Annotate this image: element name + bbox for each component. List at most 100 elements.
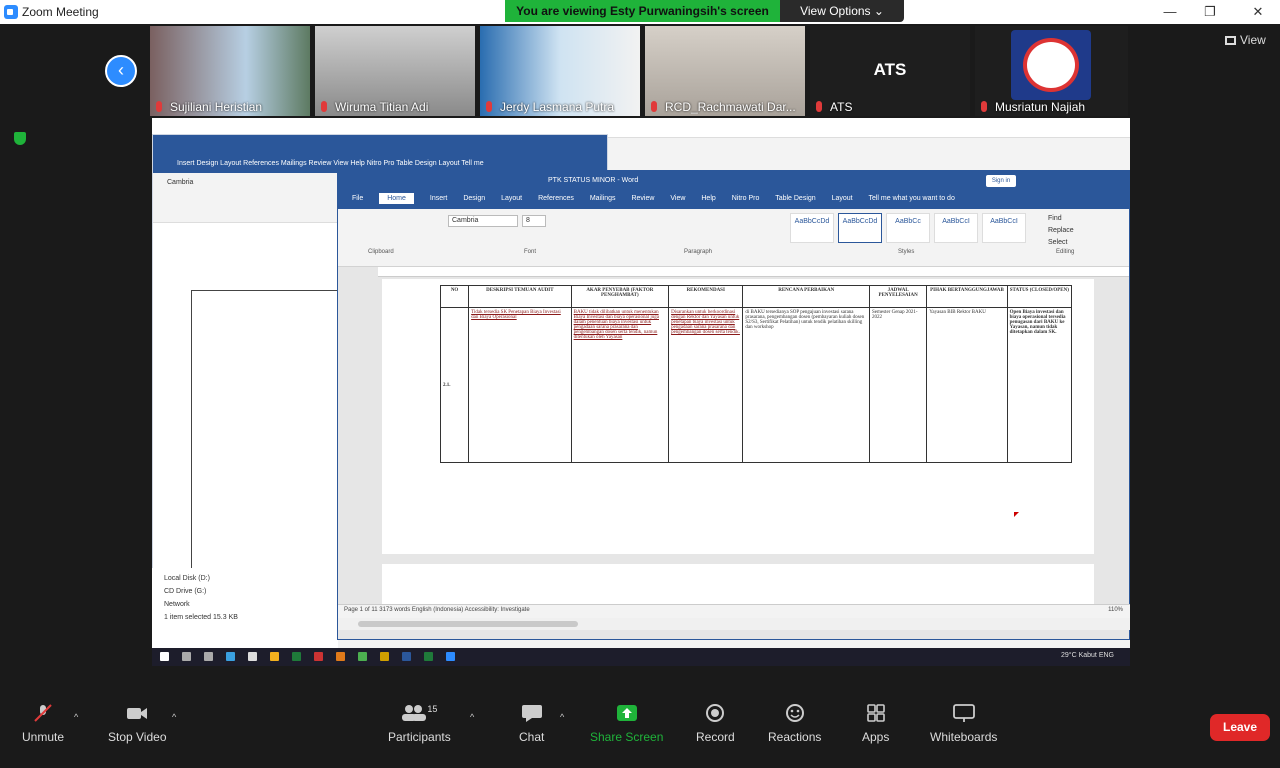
- explorer-item[interactable]: CD Drive (G:): [164, 585, 326, 598]
- chat-button[interactable]: Chat: [519, 704, 544, 744]
- table-cell: Yayasan BIB Rektor BAKU: [926, 307, 1008, 463]
- stop-video-button[interactable]: Stop Video: [108, 704, 167, 744]
- start-icon[interactable]: [160, 652, 169, 661]
- participants-label: Participants: [388, 730, 451, 744]
- table-cell: Disarankan untuk berkoordinasi dengan Re…: [668, 307, 744, 463]
- participant-tile[interactable]: ATS ATS: [810, 26, 970, 116]
- tab-references[interactable]: References: [538, 195, 574, 202]
- tab-table-design[interactable]: Table Design: [775, 195, 815, 202]
- participant-tile[interactable]: Musriatun Najiah: [975, 26, 1128, 116]
- app-icon[interactable]: [380, 652, 389, 661]
- tab-help[interactable]: Help: [701, 195, 715, 202]
- document-page[interactable]: NO DESKRIPSI TEMUAN AUDIT AKAR PENYEBAB …: [382, 279, 1094, 554]
- style-no-spacing[interactable]: AaBbCcDd: [838, 213, 882, 243]
- restore-button[interactable]: ❐: [1195, 2, 1225, 22]
- meeting-controls: Unmute ^ Stop Video ^ 15 Participants ^ …: [0, 690, 1280, 768]
- ribbon-tabs: File Home Insert Design Layout Reference…: [338, 191, 1129, 209]
- horizontal-scrollbar[interactable]: [338, 618, 1130, 630]
- participants-button[interactable]: 15 Participants: [388, 704, 451, 744]
- logo-icon: [1023, 38, 1079, 92]
- tab-table-layout[interactable]: Layout: [832, 195, 853, 202]
- participant-name: RCD_Rachmawati Dar...: [665, 100, 796, 114]
- replace-button[interactable]: Replace: [1048, 225, 1074, 237]
- word-icon[interactable]: [402, 652, 411, 661]
- tab-mailings[interactable]: Mailings: [590, 195, 616, 202]
- mouse-cursor-icon: [1014, 512, 1019, 517]
- tab-nitro[interactable]: Nitro Pro: [732, 195, 760, 202]
- unmute-button[interactable]: Unmute: [22, 704, 64, 744]
- whiteboard-icon: [952, 704, 975, 722]
- edge-icon[interactable]: [226, 652, 235, 661]
- participant-tile[interactable]: Sujiliani Heristian: [150, 26, 310, 116]
- style-heading-1[interactable]: AaBbCcI: [934, 213, 978, 243]
- style-table-para[interactable]: AaBbCc: [886, 213, 930, 243]
- gallery-prev-button[interactable]: ‹: [105, 55, 137, 87]
- chat-caret[interactable]: ^: [560, 712, 564, 722]
- tab-layout[interactable]: Layout: [501, 195, 522, 202]
- reactions-button[interactable]: Reactions: [768, 704, 821, 744]
- chrome-icon[interactable]: [358, 652, 367, 661]
- app-icon[interactable]: [336, 652, 345, 661]
- view-button[interactable]: View: [1225, 33, 1266, 47]
- share-screen-button[interactable]: Share Screen: [590, 704, 663, 744]
- folder-icon[interactable]: [270, 652, 279, 661]
- tab-insert[interactable]: Insert: [430, 195, 448, 202]
- table-cell: di BAKU tersedianya SOP pengajuan invest…: [742, 307, 870, 463]
- audit-table: NO DESKRIPSI TEMUAN AUDIT AKAR PENYEBAB …: [439, 285, 1073, 463]
- document-page-2: [382, 564, 1094, 604]
- zoom-icon[interactable]: [446, 652, 455, 661]
- find-button[interactable]: Find: [1048, 213, 1074, 225]
- participant-tile[interactable]: RCD_Rachmawati Dar...: [645, 26, 805, 116]
- tab-file[interactable]: File: [352, 195, 363, 202]
- minimize-button[interactable]: —: [1155, 2, 1185, 22]
- video-options-caret[interactable]: ^: [172, 712, 176, 722]
- chat-label: Chat: [519, 730, 545, 744]
- table-cell: BAKU tidak dilibatkan untuk menentukan B…: [570, 307, 670, 463]
- zoom-window: Zoom Meeting — ❐ ✕ You are viewing Esty …: [0, 0, 1280, 768]
- tab-view[interactable]: View: [670, 195, 685, 202]
- participant-tile[interactable]: Wiruma Titian Adi: [315, 26, 475, 116]
- zoom-level[interactable]: 110%: [1108, 607, 1123, 613]
- task-view-icon[interactable]: [204, 652, 213, 661]
- stop-video-label: Stop Video: [108, 730, 167, 744]
- font-group-label: Font: [524, 249, 537, 255]
- apps-button[interactable]: Apps: [862, 704, 889, 744]
- scroll-thumb[interactable]: [358, 621, 578, 627]
- close-button[interactable]: ✕: [1243, 2, 1273, 22]
- participant-name: Jerdy Lasmana Putra: [500, 100, 615, 114]
- search-icon[interactable]: [182, 652, 191, 661]
- explorer-item[interactable]: Network: [164, 598, 326, 611]
- apps-label: Apps: [862, 730, 890, 744]
- store-icon[interactable]: [248, 652, 257, 661]
- sign-in-button[interactable]: Sign in: [986, 175, 1016, 187]
- tab-design[interactable]: Design: [463, 195, 485, 202]
- app-icon[interactable]: [314, 652, 323, 661]
- explorer-item[interactable]: Local Disk (D:): [164, 572, 326, 585]
- table-cell: 2.1.: [439, 307, 470, 463]
- table-header: AKAR PENYEBAB (FAKTOR PENGHAMBAT): [570, 285, 670, 308]
- select-button[interactable]: Select: [1048, 237, 1074, 249]
- leave-button[interactable]: Leave: [1210, 714, 1270, 741]
- participant-tile[interactable]: Jerdy Lasmana Putra: [480, 26, 640, 116]
- table-header: RENCANA PERBAIKAN: [742, 285, 870, 308]
- tab-review[interactable]: Review: [631, 195, 654, 202]
- font-name-box[interactable]: Cambria: [448, 215, 518, 227]
- style-heading-2[interactable]: AaBbCcI: [982, 213, 1026, 243]
- explorer-footer: 1 item selected 15.3 KB: [164, 614, 238, 621]
- chat-icon: [521, 705, 542, 722]
- style-normal[interactable]: AaBbCcDd: [790, 213, 834, 243]
- audio-options-caret[interactable]: ^: [74, 712, 78, 722]
- font-size-box[interactable]: 8: [522, 215, 546, 227]
- participants-icon: 15: [388, 704, 451, 730]
- bg-document-page: [191, 290, 341, 570]
- tab-home[interactable]: Home: [379, 193, 414, 204]
- participants-caret[interactable]: ^: [470, 712, 474, 722]
- excel-icon[interactable]: [424, 652, 433, 661]
- excel-icon[interactable]: [292, 652, 301, 661]
- record-button[interactable]: Record: [696, 704, 735, 744]
- participant-name: Wiruma Titian Adi: [335, 100, 429, 114]
- tell-me-search[interactable]: Tell me what you want to do: [868, 195, 954, 202]
- whiteboards-button[interactable]: Whiteboards: [930, 704, 997, 744]
- view-options-button[interactable]: View Options ⌄: [780, 0, 904, 22]
- security-shield-icon: [14, 132, 26, 145]
